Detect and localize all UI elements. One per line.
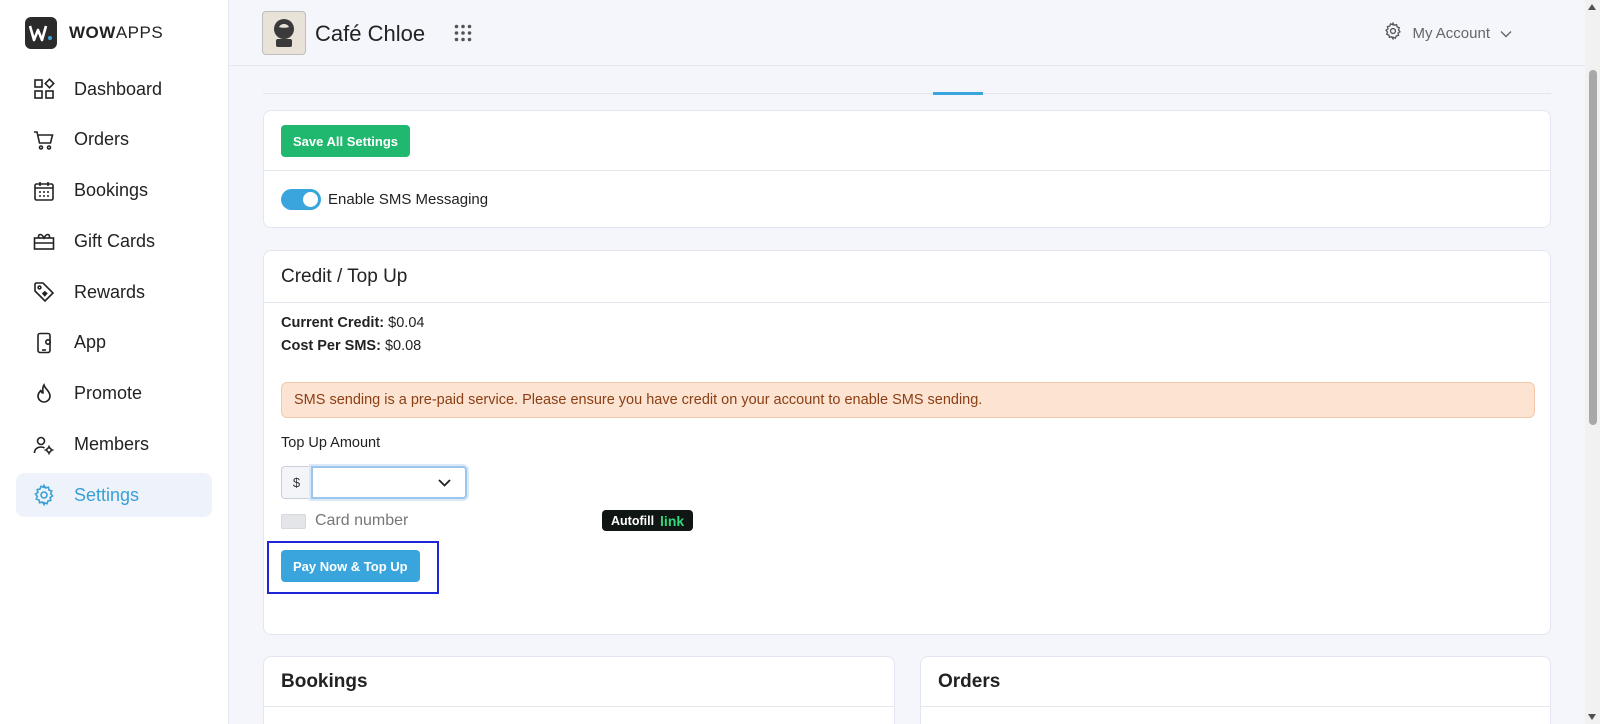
my-account-label: My Account	[1412, 24, 1490, 42]
enable-sms-toggle[interactable]	[281, 189, 321, 210]
members-icon	[32, 433, 56, 457]
sidebar-item-members[interactable]: Members	[16, 423, 212, 467]
divider	[264, 170, 1550, 171]
sidebar-item-label: Bookings	[74, 180, 149, 201]
sidebar-item-rewards[interactable]: Rewards	[16, 270, 212, 314]
sidebar-item-gift-cards[interactable]: Gift Cards	[16, 219, 212, 263]
calendar-icon	[32, 179, 56, 203]
header: Café Chloe My Account	[229, 0, 1585, 66]
store-name: Café Chloe	[315, 21, 426, 46]
autofill-link-button[interactable]: Autofill link	[602, 510, 694, 531]
link-brand: link	[660, 512, 685, 529]
orders-title: Orders	[921, 657, 1550, 707]
tag-icon	[32, 280, 56, 304]
sidebar-item-label: Orders	[74, 129, 130, 150]
active-tab-indicator[interactable]	[933, 92, 983, 95]
sidebar-item-label: Promote	[74, 383, 143, 404]
sidebar-nav: Dashboard Orders Bookings Gift Cards Rew…	[16, 67, 212, 524]
gift-card-icon	[32, 229, 56, 253]
card-number-placeholder: Card number	[315, 512, 409, 529]
sms-settings-card: Save All Settings Enable SMS Messaging	[263, 110, 1551, 228]
sidebar-item-label: Members	[74, 434, 150, 455]
autofill-label: Autofill	[611, 513, 655, 528]
dashboard-icon	[32, 77, 56, 101]
sidebar-item-label: Dashboard	[74, 78, 163, 99]
enable-sms-label: Enable SMS Messaging	[328, 191, 489, 208]
sidebar-item-label: App	[74, 332, 107, 353]
gear-icon	[32, 483, 56, 507]
prepaid-alert: SMS sending is a pre-paid service. Pleas…	[281, 382, 1535, 418]
brand-logo[interactable]: WOWAPPS	[25, 17, 163, 49]
save-all-settings-button[interactable]: Save All Settings	[281, 125, 410, 157]
sidebar-item-label: Gift Cards	[74, 230, 156, 251]
toggle-knob	[303, 192, 318, 207]
sidebar-item-label: Settings	[74, 484, 140, 505]
sidebar-item-dashboard[interactable]: Dashboard	[16, 67, 212, 111]
app-grid-icon[interactable]	[454, 24, 472, 47]
sidebar-item-orders[interactable]: Orders	[16, 118, 212, 162]
cost-per-sms-value: $0.08	[384, 338, 422, 354]
flame-icon	[32, 382, 56, 406]
card-number-field[interactable]: Card number	[281, 512, 408, 530]
sidebar: WOWAPPS Dashboard Orders Bookings Gift C…	[0, 0, 229, 724]
my-account-menu[interactable]: My Account	[1384, 21, 1512, 44]
sidebar-item-label: Rewards	[74, 281, 146, 302]
sidebar-item-promote[interactable]: Promote	[16, 372, 212, 416]
chevron-down-icon	[438, 474, 451, 492]
top-up-amount-label: Top Up Amount	[281, 435, 381, 451]
account-gear-icon	[1384, 21, 1402, 44]
top-up-amount-select[interactable]	[311, 466, 467, 499]
scroll-up-arrow[interactable]	[1588, 4, 1596, 10]
chevron-down-icon	[1500, 25, 1512, 42]
orders-card: Orders	[920, 656, 1551, 724]
cart-icon	[32, 128, 56, 152]
scroll-down-arrow[interactable]	[1588, 714, 1596, 720]
sidebar-item-settings[interactable]: Settings	[16, 473, 212, 518]
scroll-thumb[interactable]	[1589, 70, 1597, 425]
credit-card-icon	[281, 513, 306, 529]
cost-per-sms-line: Cost Per SMS: $0.08	[281, 338, 422, 354]
currency-addon: $	[281, 466, 311, 499]
top-up-amount-group: $	[281, 466, 467, 499]
wowapps-logo-icon	[25, 17, 57, 49]
vertical-scrollbar[interactable]	[1585, 0, 1600, 724]
phone-icon	[32, 331, 56, 355]
credit-card-title: Credit / Top Up	[264, 251, 1550, 303]
brand-name: WOWAPPS	[69, 23, 164, 42]
sidebar-item-bookings[interactable]: Bookings	[16, 169, 212, 213]
sidebar-item-app[interactable]: App	[16, 321, 212, 365]
settings-tab-bar	[263, 66, 1551, 95]
current-credit-line: Current Credit: $0.04	[281, 315, 425, 331]
pay-now-top-up-button[interactable]: Pay Now & Top Up	[281, 550, 420, 582]
credit-top-up-card: Credit / Top Up Current Credit: $0.04 Co…	[263, 250, 1551, 635]
store-avatar[interactable]	[262, 11, 306, 55]
bookings-card: Bookings	[263, 656, 895, 724]
current-credit-value: $0.04	[388, 315, 425, 331]
bookings-title: Bookings	[264, 657, 894, 707]
